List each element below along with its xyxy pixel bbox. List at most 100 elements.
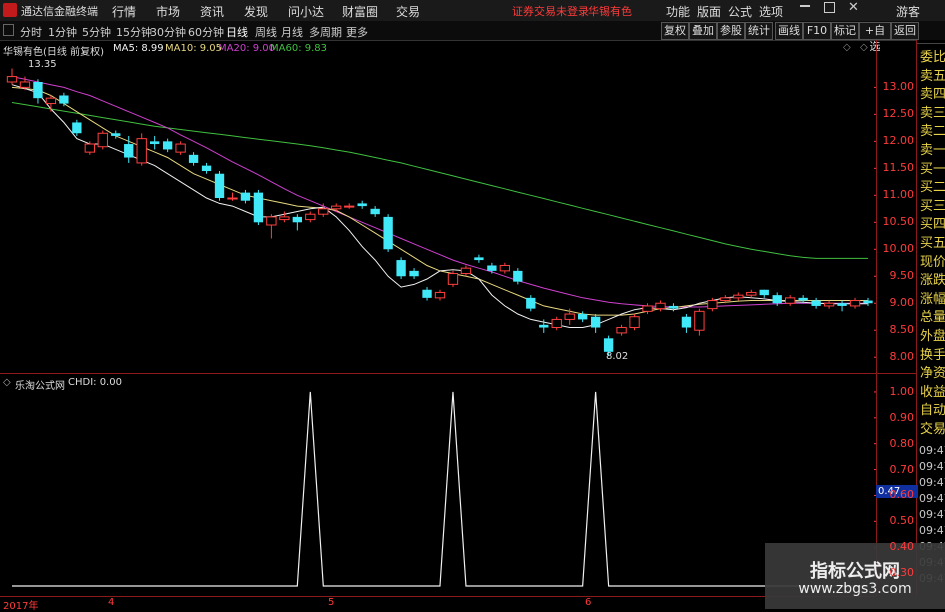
candle-down	[370, 208, 380, 215]
indicator-value: CHDI: 0.00	[68, 377, 122, 388]
candle-down	[72, 122, 82, 134]
side-label: 收益	[920, 384, 945, 400]
side-scroll-icon[interactable]	[917, 39, 945, 44]
adjust-button[interactable]: 复权	[661, 22, 689, 40]
side-label: 现价	[920, 254, 945, 270]
draw-button[interactable]: 画线	[775, 22, 803, 40]
add-favorite-button[interactable]: +自选	[859, 22, 891, 53]
overlay-button[interactable]: 叠加	[689, 22, 717, 40]
candle-up	[19, 81, 31, 88]
kline-chart[interactable]	[0, 40, 876, 373]
menu-item-wealth[interactable]: 财富圈	[342, 3, 378, 20]
stats-button[interactable]: 统计	[745, 22, 773, 40]
guest-user[interactable]: 游客	[896, 3, 920, 20]
diamond-icon[interactable]: ◇	[843, 42, 851, 53]
y-tick-label: 0.60	[889, 488, 915, 502]
y-tick-label: 10.50	[882, 215, 915, 229]
candle-down	[539, 324, 549, 328]
menu-item-ask[interactable]: 问小达	[288, 3, 324, 20]
y-tick-label: 10.00	[882, 242, 915, 256]
candle-up	[785, 297, 796, 304]
period-tab[interactable]: 1分钟	[48, 24, 77, 40]
candle-up	[629, 316, 640, 329]
menu-item-options[interactable]: 选项	[759, 3, 783, 20]
y-tick-label: 9.00	[889, 296, 915, 310]
period-tab[interactable]: 月线	[281, 24, 303, 40]
kline-panel[interactable]: 华锡有色(日线 前复权) MA5: 8.99 MA10: 9.05 MA20: …	[0, 40, 876, 373]
candle-up	[6, 76, 18, 83]
menu-item-formula[interactable]: 公式	[728, 3, 752, 20]
period-tab[interactable]: 5分钟	[82, 24, 111, 40]
menu-item-quotes[interactable]: 行情	[112, 3, 136, 20]
candle-down	[124, 144, 134, 158]
ma10-label: MA10: 9.05	[165, 43, 223, 54]
candle-up	[305, 213, 316, 221]
indicator-chart[interactable]	[0, 374, 876, 596]
login-notice[interactable]: 证券交易未登录	[512, 3, 589, 19]
candle-down	[603, 338, 614, 352]
candle-down	[798, 297, 808, 301]
side-label: 买二	[920, 180, 945, 196]
candle-down	[681, 316, 692, 328]
side-time: 09:47	[919, 460, 945, 473]
f10-button[interactable]: F10	[803, 22, 831, 40]
candle-down	[59, 95, 69, 104]
settings-icon[interactable]: ◇	[860, 42, 868, 53]
menu-item-news[interactable]: 资讯	[200, 3, 224, 20]
menu-item-layout[interactable]: 版面	[697, 3, 721, 20]
minimize-icon[interactable]	[800, 5, 810, 7]
candle-down	[214, 173, 225, 199]
candle-up	[97, 132, 108, 148]
side-label: 卖四	[920, 87, 945, 103]
period-tab[interactable]: 日线	[226, 24, 248, 40]
candle-up	[823, 302, 835, 307]
mark-button[interactable]: 标记	[831, 22, 859, 40]
candle-down	[357, 203, 367, 207]
date-label-jun: 6	[585, 597, 592, 608]
side-label: 买五	[920, 236, 945, 251]
ma10-line	[11, 86, 868, 316]
candle-down	[837, 303, 847, 306]
candle-up	[746, 291, 757, 296]
period-tab[interactable]: 60分钟	[188, 24, 224, 40]
indicator-toggle-icon[interactable]: ◇	[3, 377, 11, 388]
panel-toggle-icon[interactable]	[3, 24, 14, 36]
period-tab[interactable]: 多周期	[309, 24, 342, 40]
menu-item-function[interactable]: 功能	[666, 3, 690, 20]
candle-up	[551, 318, 562, 329]
close-icon[interactable]: ✕	[848, 0, 859, 15]
indicator-panel[interactable]: ◇ 乐淘公式网 CHDI: 0.00	[0, 374, 876, 596]
maximize-icon[interactable]	[824, 2, 835, 13]
side-time: 09:47	[919, 476, 945, 489]
y-tick-label: 9.50	[889, 269, 915, 283]
period-tab[interactable]: 周线	[255, 24, 277, 40]
low-annotation: 8.02	[606, 351, 629, 362]
menu-item-trade[interactable]: 交易	[396, 3, 420, 20]
period-tab[interactable]: 30分钟	[150, 24, 186, 40]
menu-item-discover[interactable]: 发现	[244, 3, 268, 20]
y-tick-label: 0.30	[889, 566, 915, 580]
candle-up	[45, 97, 57, 105]
y-tick-label: 11.00	[882, 188, 915, 202]
candle-up	[136, 138, 147, 164]
shares-button[interactable]: 参股	[717, 22, 745, 40]
menu-item-market[interactable]: 市场	[156, 3, 180, 20]
period-tab[interactable]: 15分钟	[116, 24, 152, 40]
candle-down	[188, 154, 199, 163]
candle-down	[383, 216, 393, 250]
candle-down	[409, 270, 419, 277]
candle-up	[642, 305, 653, 312]
candle-down	[759, 289, 769, 296]
candle-down	[422, 289, 432, 298]
ma20-line	[11, 76, 868, 308]
candle-up	[460, 267, 472, 275]
y-tick-label: 0.90	[889, 410, 915, 424]
period-tab[interactable]: 更多	[346, 24, 368, 40]
candle-up	[318, 208, 329, 215]
back-button[interactable]: 返回	[891, 22, 919, 40]
side-label: 买四	[920, 217, 945, 233]
candle-down	[863, 300, 873, 304]
period-tab[interactable]: 分时	[20, 24, 42, 40]
candle-down	[526, 297, 536, 309]
candle-up	[849, 300, 861, 307]
